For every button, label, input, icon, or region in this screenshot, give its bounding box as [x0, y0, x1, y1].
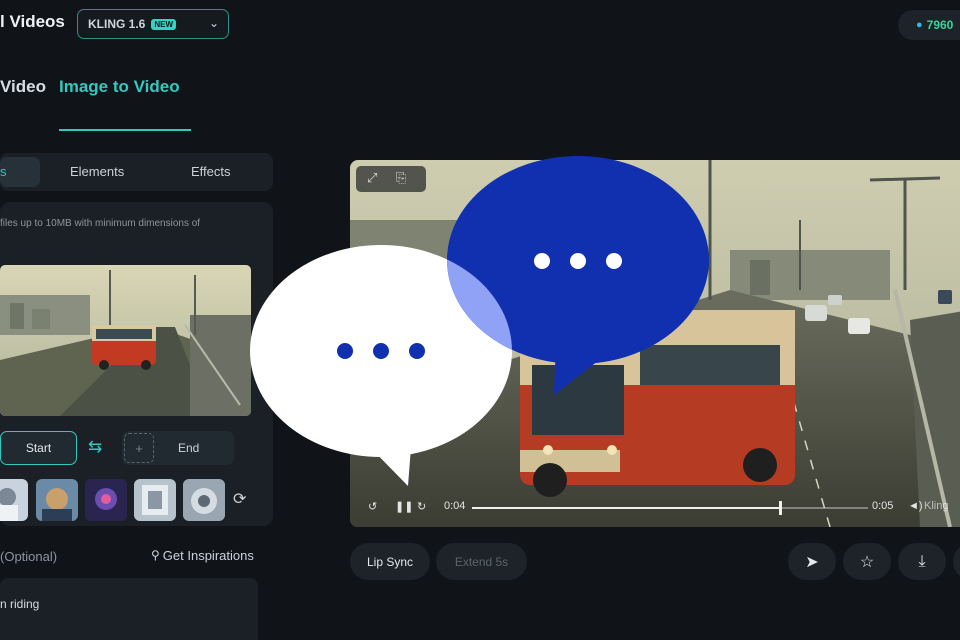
chat-bubbles-overlay: [250, 156, 709, 486]
